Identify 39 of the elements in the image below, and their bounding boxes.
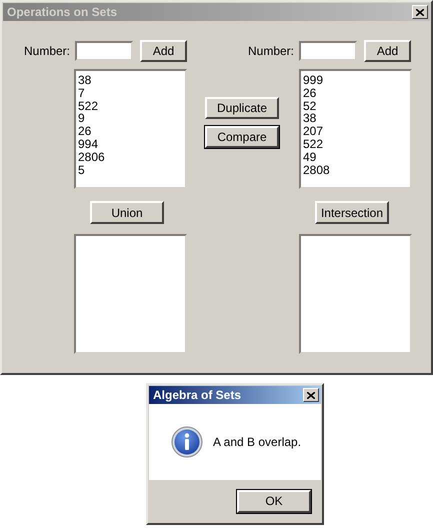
intersection-list[interactable] [299, 234, 412, 354]
number-list[interactable]: 999 26 52 38 207 522 49 2808 [299, 69, 412, 189]
add-button[interactable]: Add [140, 40, 187, 62]
list-item[interactable]: 522 [303, 138, 408, 151]
intersection-button[interactable]: Intersection [315, 201, 389, 224]
list-item[interactable]: 522 [78, 100, 183, 112]
number-field[interactable] [75, 41, 133, 61]
close-icon [307, 392, 315, 398]
list-item[interactable]: 5 [78, 164, 183, 176]
union-button[interactable]: Union [90, 201, 164, 224]
list-item[interactable]: 9 [78, 112, 183, 126]
action-button[interactable]: Compare [205, 126, 279, 148]
add-button[interactable]: Add [364, 40, 411, 62]
message-text: A and B overlap. [213, 435, 302, 449]
list-item[interactable]: 52 [303, 100, 408, 112]
list-item[interactable]: 7 [78, 86, 183, 100]
list-item[interactable]: 2808 [303, 164, 408, 176]
action-button[interactable]: Duplicate [205, 97, 279, 119]
list-item[interactable]: 26 [303, 86, 408, 100]
close-icon [416, 8, 424, 16]
list-item[interactable]: 994 [78, 138, 183, 151]
list-item[interactable]: 38 [78, 74, 183, 87]
number-label: Number: [24, 44, 72, 58]
dialog-title: Algebra of Sets [153, 388, 242, 402]
number-list[interactable]: 38 7 522 9 26 994 2806 5 [74, 69, 187, 189]
list-item[interactable]: 49 [303, 150, 408, 164]
list-item[interactable]: 207 [303, 125, 408, 138]
window-title: Operations on Sets [7, 5, 118, 19]
union-list[interactable] [74, 234, 187, 354]
info-icon [171, 426, 203, 458]
list-item[interactable]: 2806 [78, 150, 183, 164]
list-item[interactable]: 38 [303, 112, 408, 126]
ok-button[interactable]: OK [237, 490, 311, 512]
close-button[interactable] [303, 388, 319, 402]
list-item[interactable]: 26 [78, 125, 183, 138]
list-item[interactable]: 999 [303, 74, 408, 87]
number-field[interactable] [299, 41, 357, 61]
number-label: Number: [248, 44, 296, 58]
close-button[interactable] [412, 5, 428, 19]
